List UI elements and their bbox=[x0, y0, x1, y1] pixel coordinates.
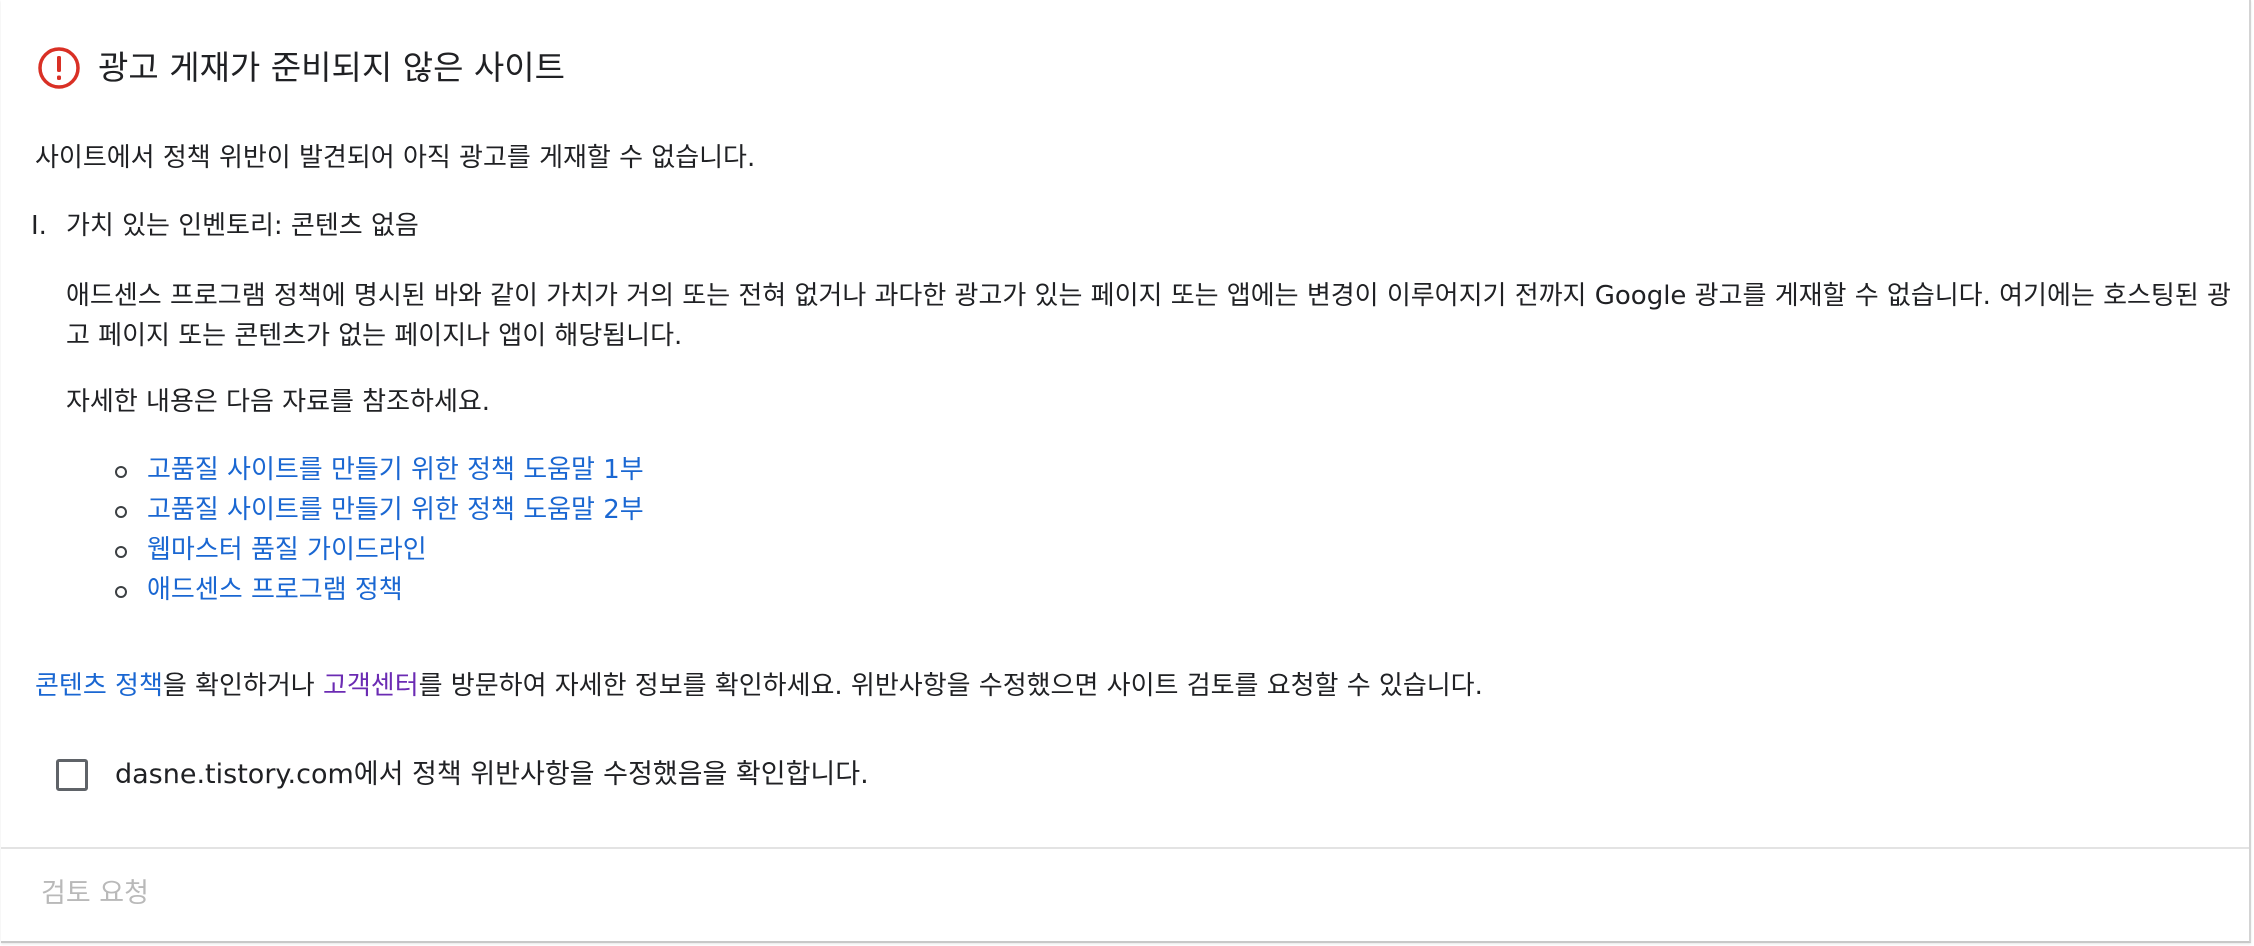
footer-note: 콘텐츠 정책을 확인하거나 고객센터를 방문하여 자세한 정보를 확인하세요. … bbox=[35, 668, 1483, 704]
violation-heading: I. 가치 있는 인벤토리: 콘텐츠 없음 bbox=[31, 208, 419, 244]
request-review-button[interactable]: 검토 요청 bbox=[29, 872, 161, 916]
footer-note-text-1: 을 확인하거나 bbox=[162, 671, 323, 701]
list-item: 애드센스 프로그램 정책 bbox=[113, 572, 644, 612]
list-item: 고품질 사이트를 만들기 위한 정책 도움말 2부 bbox=[113, 492, 644, 532]
bullet-icon bbox=[115, 466, 127, 478]
bullet-icon bbox=[115, 586, 127, 598]
list-item: 웹마스터 품질 가이드라인 bbox=[113, 532, 644, 572]
more-info-text: 자세한 내용은 다음 자료를 참조하세요. bbox=[66, 387, 491, 417]
content-policy-link[interactable]: 콘텐츠 정책 bbox=[35, 671, 163, 701]
help-center-link[interactable]: 고객센터 bbox=[323, 671, 419, 701]
confirm-fix-label[interactable]: dasne.tistory.com에서 정책 위반사항을 수정했음을 확인합니다… bbox=[115, 757, 869, 793]
violation-title: 가치 있는 인벤토리: 콘텐츠 없음 bbox=[66, 211, 419, 241]
violation-number: I. bbox=[31, 211, 47, 241]
resource-link-adsense-policy[interactable]: 애드센스 프로그램 정책 bbox=[147, 575, 403, 605]
bullet-icon bbox=[115, 506, 127, 518]
resource-link-help-1[interactable]: 고품질 사이트를 만들기 위한 정책 도움말 1부 bbox=[147, 455, 644, 485]
alert-circle-icon bbox=[38, 47, 80, 89]
violation-description: 애드센스 프로그램 정책에 명시된 바와 같이 가치가 거의 또는 전혀 없거나… bbox=[66, 276, 2236, 356]
summary-text: 사이트에서 정책 위반이 발견되어 아직 광고를 게재할 수 없습니다. bbox=[35, 143, 756, 173]
card-title: 광고 게재가 준비되지 않은 사이트 bbox=[98, 48, 565, 87]
bullet-icon bbox=[115, 546, 127, 558]
footer-note-text-2: 를 방문하여 자세한 정보를 확인하세요. 위반사항을 수정했으면 사이트 검토… bbox=[418, 671, 1483, 701]
resource-link-list: 고품질 사이트를 만들기 위한 정책 도움말 1부 고품질 사이트를 만들기 위… bbox=[113, 452, 644, 612]
resource-link-webmaster-guidelines[interactable]: 웹마스터 품질 가이드라인 bbox=[147, 535, 427, 565]
list-item: 고품질 사이트를 만들기 위한 정책 도움말 1부 bbox=[113, 452, 644, 492]
confirm-fix-row: dasne.tistory.com에서 정책 위반사항을 수정했음을 확인합니다… bbox=[56, 756, 869, 794]
confirm-fix-checkbox[interactable] bbox=[56, 759, 88, 791]
violation-description-text: 애드센스 프로그램 정책에 명시된 바와 같이 가치가 거의 또는 전혀 없거나… bbox=[66, 281, 2231, 351]
resource-link-help-2[interactable]: 고품질 사이트를 만들기 위한 정책 도움말 2부 bbox=[147, 495, 644, 525]
policy-violation-card: 광고 게재가 준비되지 않은 사이트 사이트에서 정책 위반이 발견되어 아직 … bbox=[1, 0, 2251, 943]
divider bbox=[1, 847, 2249, 849]
